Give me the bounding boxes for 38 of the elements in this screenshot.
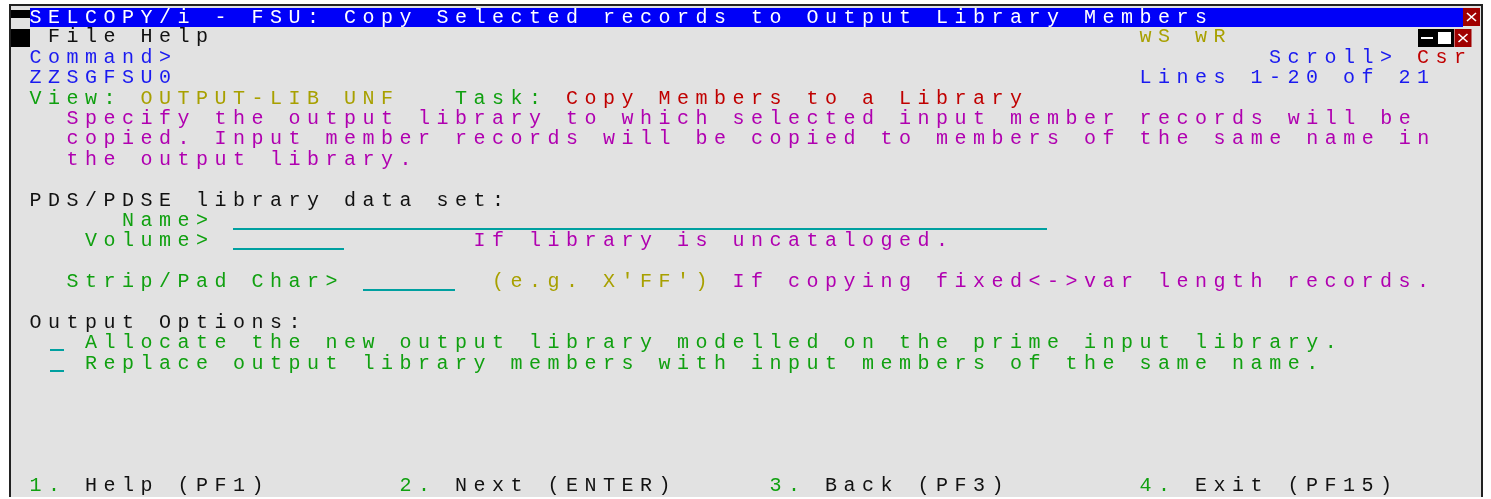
description-text: Specify the output library to which selected input member records will be copied. Input member records will be copied to members of the same name in the output library. [66,108,1437,171]
close-icon[interactable] [1453,28,1472,47]
section-heading: Output Options: [29,312,308,334]
key-number: 1. [29,476,67,497]
window-title: SELCOPY/i - FSU: Copy Selected records to Output Library Members [29,7,1463,27]
field-note: If copying fixed<->var length records. [732,272,1436,293]
field-label: Name> [122,210,215,232]
scroll-value[interactable]: Csr [1417,47,1473,69]
lines-info: Lines 1-20 of 21 [1139,68,1436,89]
key-number: 3. [769,476,807,497]
block-icon [11,28,30,47]
maximize-icon[interactable] [1435,28,1454,47]
block-icon [11,10,30,18]
function-key[interactable]: Exit (PF15) [1195,476,1399,497]
close-icon[interactable] [1463,8,1480,27]
key-number: 2. [399,476,437,497]
scroll-label: Scroll> [1269,47,1399,69]
option-text: Replace output library members with input members of the same name. [85,353,1325,375]
minimize-icon[interactable] [1417,28,1436,47]
option-text: Allocate the new output library modelled on the prime input library. [85,333,1344,354]
field-label: Volume> [85,231,215,252]
menu-item[interactable]: Help [140,27,215,48]
function-key[interactable]: Back (PF3) [825,476,1011,497]
field-example: (e.g. X'FF') [492,272,715,293]
task-label: Task: [455,88,548,109]
menu-item[interactable]: File [48,27,122,48]
field-note: If library is uncataloged. [473,231,955,252]
task-value: Copy Members to a Library [566,88,1029,109]
field-label: Strip/Pad Char> [66,272,345,293]
view-label: View: [29,88,122,109]
function-key[interactable]: Next (ENTER) [455,476,678,497]
window-flags: wS wR [1139,27,1232,48]
section-heading: PDS/PDSE library data set: [29,190,511,211]
command-label: Command> [29,47,178,69]
view-value: OUTPUT-LIB UNF [140,88,400,109]
panel-id: ZZSGFSU0 [29,68,178,89]
function-key[interactable]: Help (PF1) [85,476,271,497]
key-number: 4. [1139,476,1177,497]
